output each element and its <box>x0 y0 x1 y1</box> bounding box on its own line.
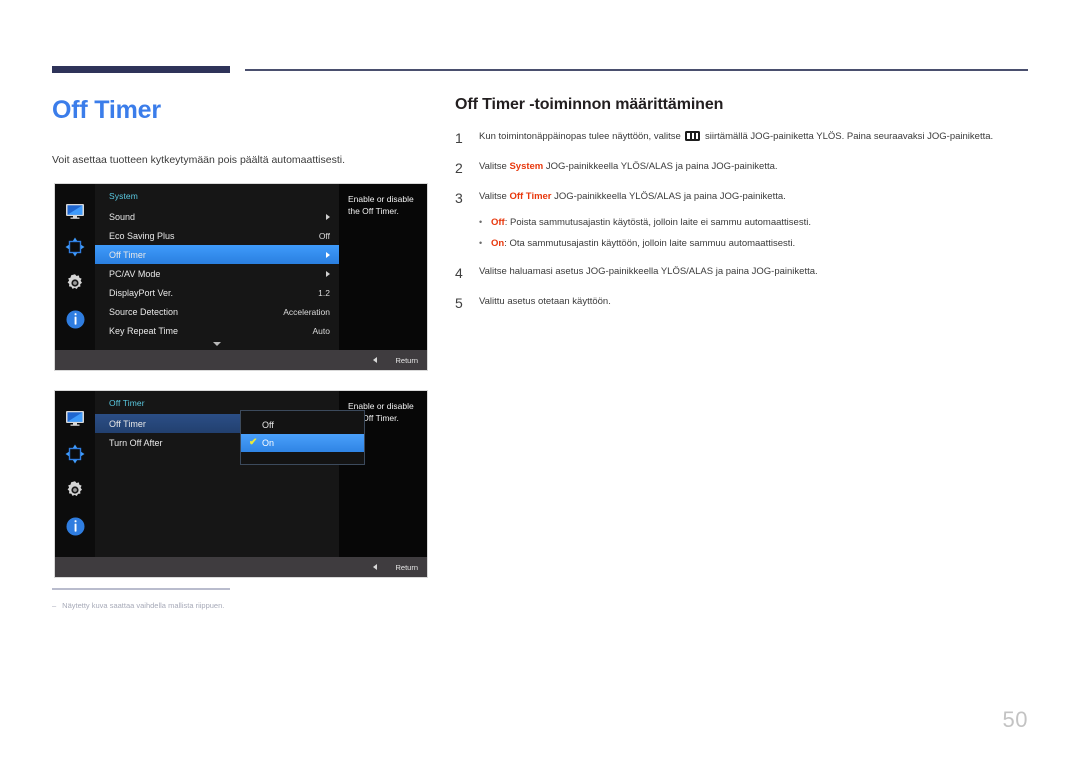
osd2-popup-option-off[interactable]: Off <box>241 416 364 434</box>
osd1-menu-list: System Sound Eco Saving Plus Off Off Tim… <box>95 184 339 350</box>
osd2-body: Off Timer Off Timer Turn Off After Off ✔… <box>55 391 427 557</box>
footnote-text: Näytetty kuva saattaa vaihdella mallista… <box>62 601 225 610</box>
bullet-off-body: : Poista sammutusajastin käytöstä, jollo… <box>504 217 811 228</box>
page-intro-text: Voit asettaa tuotteen kytkeytymään pois … <box>52 153 346 166</box>
osd1-row-source-detection[interactable]: Source Detection Acceleration <box>95 302 339 321</box>
osd1-row-off-timer[interactable]: Off Timer <box>95 245 339 264</box>
move-arrows-icon[interactable] <box>64 236 86 258</box>
step-2-post: JOG-painikkeella YLÖS/ALAS ja paina JOG-… <box>543 161 778 172</box>
footnote-dash: ‒ <box>52 601 57 610</box>
osd1-row-eco-saving-plus[interactable]: Eco Saving Plus Off <box>95 226 339 245</box>
step-5: 5 Valittu asetus otetaan käyttöön. <box>455 295 1030 310</box>
chevron-right-icon <box>326 270 330 277</box>
right-column: Off Timer -toiminnon määrittäminen 1 Kun… <box>455 96 1030 325</box>
osd1-description: Enable or disable the Off Timer. <box>339 184 427 350</box>
osd2-option-popup: Off ✔ On <box>240 410 365 465</box>
step-number: 1 <box>455 130 463 146</box>
osd1-row-label: Source Detection <box>109 306 179 317</box>
osd1-row-label: Off Timer <box>109 249 146 260</box>
osd1-row-label: Key Repeat Time <box>109 325 179 336</box>
osd1-row-value: Auto <box>312 325 331 336</box>
bullet-text: On: Ota sammutusajastin käyttöön, jolloi… <box>491 237 795 250</box>
header-accent-bar <box>52 66 230 73</box>
step-2-pre: Valitse <box>479 161 510 172</box>
osd-screenshot-system-menu: System Sound Eco Saving Plus Off Off Tim… <box>55 184 427 370</box>
step-3: 3 Valitse Off Timer JOG-painikkeella YLÖ… <box>455 190 1030 205</box>
step-1-post: siirtämällä JOG-painiketta YLÖS. Paina s… <box>702 131 994 142</box>
scroll-down-icon[interactable] <box>213 342 221 346</box>
step-number: 3 <box>455 190 463 206</box>
osd1-row-key-repeat-time[interactable]: Key Repeat Time Auto <box>95 321 339 340</box>
osd1-row-value: Acceleration <box>283 306 330 317</box>
osd2-popup-option-on[interactable]: ✔ On <box>241 434 364 452</box>
monitor-icon[interactable] <box>64 407 86 429</box>
osd1-row-sound[interactable]: Sound <box>95 207 339 226</box>
step-number: 5 <box>455 294 463 311</box>
step-text: Valitse haluamasi asetus JOG-painikkeell… <box>479 265 818 277</box>
gear-icon[interactable] <box>64 272 86 294</box>
osd1-body: System Sound Eco Saving Plus Off Off Tim… <box>55 184 427 350</box>
section-title: Off Timer -toiminnon määrittäminen <box>455 96 724 113</box>
osd2-icon-rail <box>55 391 95 557</box>
osd1-row-label: Eco Saving Plus <box>109 230 175 241</box>
step-1-pre: Kun toimintonäppäinopas tulee näyttöön, … <box>479 131 684 142</box>
return-arrow-icon <box>373 357 378 363</box>
osd1-row-value: 1.2 <box>318 287 330 298</box>
step-text: Kun toimintonäppäinopas tulee näyttöön, … <box>479 130 993 143</box>
osd1-menu-title: System <box>109 191 138 201</box>
left-column: Off Timer Voit asettaa tuotteen kytkeyty… <box>52 96 437 168</box>
osd1-icon-rail <box>55 184 95 350</box>
osd1-row-label: DisplayPort Ver. <box>109 287 174 298</box>
osd2-footer-bar: Return <box>55 557 427 577</box>
osd1-row-value: Off <box>318 230 330 241</box>
bullet-on: • On: Ota sammutusajastin käyttöön, joll… <box>455 237 1030 250</box>
step-number: 2 <box>455 160 463 176</box>
bullet-off: • Off: Poista sammutusajastin käytöstä, … <box>455 216 1030 229</box>
page-number: 50 <box>1002 707 1028 732</box>
bullet-marker: • <box>479 238 483 249</box>
gear-icon[interactable] <box>64 479 86 501</box>
osd1-footer-bar: Return <box>55 350 427 370</box>
osd2-menu-list: Off Timer Off Timer Turn Off After Off ✔… <box>95 391 365 557</box>
step-number: 4 <box>455 264 463 281</box>
step-1: 1 Kun toimintonäppäinopas tulee näyttöön… <box>455 130 1030 145</box>
osd1-row-pc-av-mode[interactable]: PC/AV Mode <box>95 264 339 283</box>
bullet-on-body: : Ota sammutusajastin käyttöön, jolloin … <box>504 238 796 250</box>
osd1-return-label[interactable]: Return <box>395 356 418 365</box>
step-3-pre: Valitse <box>479 191 510 202</box>
step-3-post: JOG-painikkeella YLÖS/ALAS ja paina JOG-… <box>551 191 786 202</box>
bullet-on-emphasis: On <box>491 238 505 250</box>
step-3-emphasis: Off Timer <box>509 191 552 202</box>
osd1-row-label: Sound <box>109 211 136 222</box>
footnote-rule <box>52 588 230 590</box>
header-rule <box>245 69 1028 71</box>
step-text: Valittu asetus otetaan käyttöön. <box>479 295 611 307</box>
osd-screenshot-off-timer-menu: Off Timer Off Timer Turn Off After Off ✔… <box>55 391 427 577</box>
osd1-row-label: PC/AV Mode <box>109 268 161 279</box>
step-text: Valitse Off Timer JOG-painikkeella YLÖS/… <box>479 190 786 203</box>
menu-bars-icon <box>685 131 701 141</box>
bullet-marker: • <box>479 217 483 227</box>
info-icon[interactable] <box>64 308 86 330</box>
monitor-icon[interactable] <box>64 200 86 222</box>
osd2-popup-label: On <box>262 438 275 448</box>
osd1-row-displayport-ver[interactable]: DisplayPort Ver. 1.2 <box>95 283 339 302</box>
bullet-off-emphasis: Off <box>491 217 505 228</box>
page-title: Off Timer <box>52 96 161 124</box>
chevron-right-icon <box>326 251 330 258</box>
info-icon[interactable] <box>64 515 86 537</box>
step-text: Valitse System JOG-painikkeella YLÖS/ALA… <box>479 160 778 173</box>
step-4: 4 Valitse haluamasi asetus JOG-painikkee… <box>455 265 1030 280</box>
move-arrows-icon[interactable] <box>64 443 86 465</box>
footnote: ‒ Näytetty kuva saattaa vaihdella mallis… <box>52 601 432 610</box>
chevron-right-icon <box>326 213 330 220</box>
step-2: 2 Valitse System JOG-painikkeella YLÖS/A… <box>455 160 1030 175</box>
checkmark-icon: ✔ <box>249 437 258 448</box>
option-bullet-list: • Off: Poista sammutusajastin käytöstä, … <box>455 216 1030 251</box>
step-2-emphasis: System <box>509 161 544 172</box>
osd2-return-label[interactable]: Return <box>395 563 418 572</box>
bullet-text: Off: Poista sammutusajastin käytöstä, jo… <box>491 216 811 229</box>
return-arrow-icon <box>373 564 378 570</box>
osd2-popup-label: Off <box>262 420 274 430</box>
